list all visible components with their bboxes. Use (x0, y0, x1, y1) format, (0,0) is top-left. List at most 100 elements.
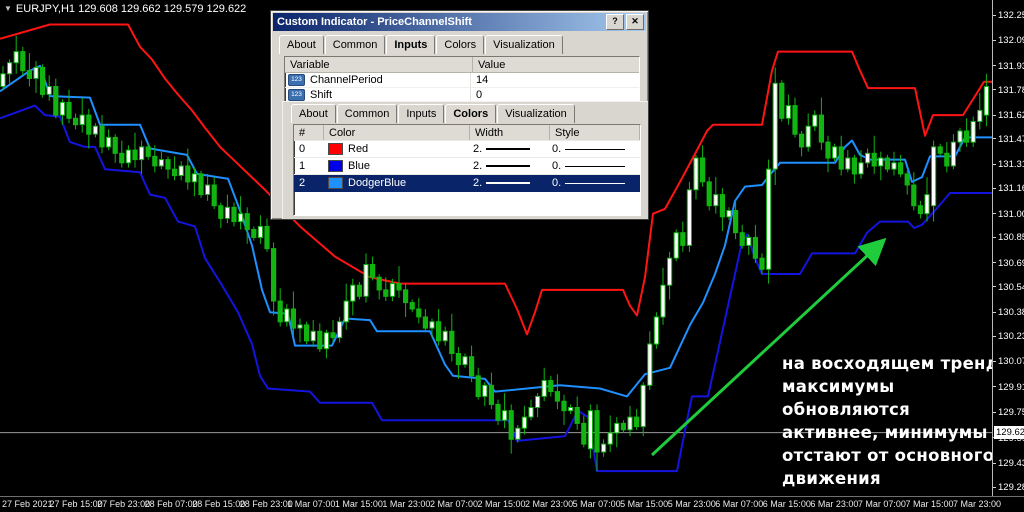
candle-body (47, 87, 51, 95)
candle-body (100, 126, 104, 147)
price-tick-label: 130.38 (998, 307, 1024, 318)
price-tick-mark (993, 213, 996, 214)
candle-body (984, 87, 988, 116)
close-button[interactable]: ✕ (626, 14, 644, 30)
candle-body (351, 285, 355, 301)
variable-value[interactable]: 14 (470, 73, 639, 87)
candle-body (206, 185, 210, 195)
color-row-red[interactable]: 0 Red 2. 0. (294, 141, 640, 158)
time-tick-label: 27 Feb 15:00 (50, 499, 103, 509)
candle-body (714, 195, 718, 206)
indicator-properties-dialog: Custom Indicator - PriceChannelShift ? ✕… (270, 10, 649, 220)
annotation-line: на восходящем тренде (782, 352, 1024, 375)
time-tick-label: 7 Mar 23:00 (953, 499, 1001, 509)
candle-body (27, 71, 31, 79)
color-name: Red (348, 143, 368, 155)
color-row-blue[interactable]: 1 Blue 2. 0. (294, 158, 640, 175)
candle-body (126, 150, 130, 163)
tab-inputs[interactable]: Inputs (386, 35, 435, 54)
candle-body (826, 142, 830, 158)
price-tick-label: 131.16 (998, 183, 1024, 194)
candle-body (377, 277, 381, 290)
candle-body (806, 126, 810, 147)
dialog-title: Custom Indicator - PriceChannelShift (277, 16, 606, 28)
time-tick-label: 2 Mar 07:00 (430, 499, 478, 509)
style-line-preview (565, 166, 625, 167)
candle-body (443, 331, 447, 341)
candle-body (813, 115, 817, 126)
time-axis[interactable]: 27 Feb 202127 Feb 15:0027 Feb 23:0028 Fe… (0, 496, 1024, 512)
tab-about[interactable]: About (279, 35, 324, 54)
row-index: 0 (294, 141, 323, 157)
inputs-tabstrip: About Common Inputs Colors Visualization (279, 35, 642, 54)
price-tick-label: 129.28 (998, 482, 1024, 493)
help-button[interactable]: ? (606, 14, 624, 30)
price-tick-mark (993, 188, 996, 189)
candle-body (410, 303, 414, 309)
candle-body (707, 182, 711, 206)
candle-body (859, 163, 863, 174)
time-tick-label: 1 Mar 23:00 (382, 499, 430, 509)
annotation-line: отстают от основного (782, 444, 1024, 467)
candle-body (344, 301, 348, 322)
tab-colors[interactable]: Colors (445, 104, 496, 123)
candle-body (602, 444, 606, 452)
style-line-preview (565, 149, 625, 150)
time-tick-label: 5 Mar 07:00 (573, 499, 621, 509)
candle-body (780, 83, 784, 118)
price-tick-mark (993, 412, 996, 413)
dialog-titlebar[interactable]: Custom Indicator - PriceChannelShift ? ✕ (273, 13, 646, 31)
annotation-line: максимумы обновляются (782, 375, 1024, 421)
candle-body (932, 147, 936, 206)
candle-body (608, 433, 612, 444)
tab-common[interactable]: Common (337, 104, 398, 123)
candle-body (945, 153, 949, 166)
candle-body (423, 317, 427, 328)
variable-value[interactable]: 0 (470, 88, 639, 102)
price-tick-mark (993, 312, 996, 313)
candle-body (522, 417, 526, 428)
candle-body (239, 214, 243, 222)
candle-body (905, 174, 909, 185)
candle-body (166, 160, 170, 170)
color-name: Blue (348, 160, 370, 172)
price-tick-label: 131.47 (998, 134, 1024, 145)
tab-about[interactable]: About (291, 104, 336, 123)
candle-body (417, 309, 421, 317)
tab-visualization[interactable]: Visualization (485, 35, 563, 54)
width-value: 2. (473, 143, 482, 155)
style-value: 0. (552, 177, 561, 189)
candle-body (978, 110, 982, 121)
dodgerblue-swatch (328, 177, 343, 189)
candle-body (503, 411, 507, 421)
numeric-type-icon: 123 (288, 89, 305, 101)
candle-body (212, 185, 216, 206)
time-tick-label: 1 Mar 07:00 (287, 499, 335, 509)
candle-body (483, 385, 487, 396)
price-tick-mark (993, 164, 996, 165)
chevron-down-icon: ▼ (4, 4, 12, 13)
width-line-preview (486, 165, 530, 167)
time-tick-label: 7 Mar 15:00 (905, 499, 953, 509)
candle-body (687, 190, 691, 246)
table-row[interactable]: 123ChannelPeriod 14 (285, 73, 639, 88)
color-row-dodgerblue[interactable]: 2 DodgerBlue 2. 0. (294, 175, 640, 192)
candle-body (569, 408, 573, 411)
candle-body (555, 392, 559, 402)
price-tick-label: 130.69 (998, 258, 1024, 269)
candle-body (245, 214, 249, 230)
candle-body (54, 87, 58, 116)
tab-colors[interactable]: Colors (436, 35, 484, 54)
column-header-style: Style (550, 125, 640, 140)
tab-visualization[interactable]: Visualization (497, 104, 575, 123)
tab-inputs[interactable]: Inputs (398, 104, 444, 123)
width-value: 2. (473, 177, 482, 189)
tab-common[interactable]: Common (325, 35, 386, 54)
candle-body (133, 150, 137, 160)
candle-body (536, 396, 540, 407)
annotation-line: движения (782, 467, 1024, 490)
candle-body (760, 258, 764, 269)
trend-annotation: на восходящем тренде максимумы обновляют… (782, 352, 1024, 490)
candle-body (800, 134, 804, 147)
price-axis[interactable]: 132.25132.09131.93131.78131.62131.47131.… (992, 0, 1024, 497)
